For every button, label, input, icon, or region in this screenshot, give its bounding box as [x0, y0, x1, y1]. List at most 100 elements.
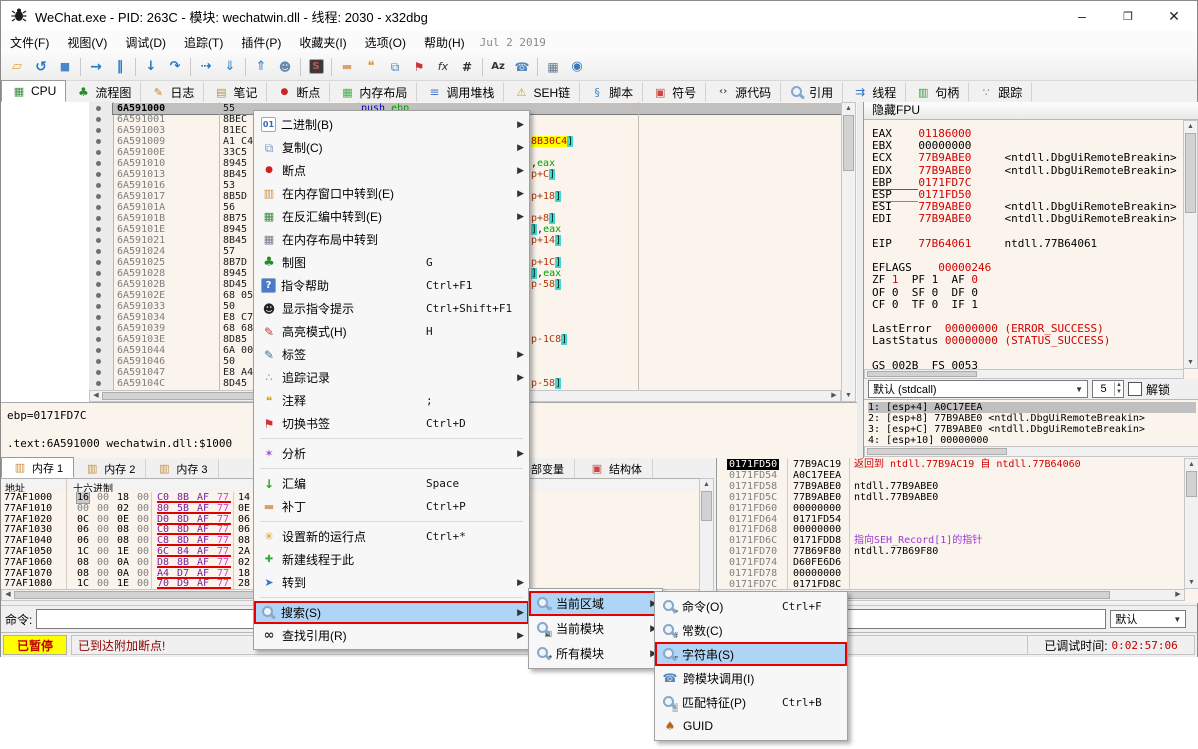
restart-button[interactable]: ↺ [29, 56, 53, 78]
tab-跟踪[interactable]: ∵跟踪 [969, 82, 1032, 102]
menu-item-分析[interactable]: ✶分析▶ [254, 442, 529, 465]
call-phone-button[interactable]: ☎ [510, 56, 534, 78]
run-to-cursor-button[interactable]: ⇢ [194, 56, 218, 78]
menu-item-显示指令提示[interactable]: ☻显示指令提示Ctrl+Shift+F1 [254, 297, 529, 320]
register-line[interactable]: LastError 00000000 (ERROR_SUCCESS) [872, 323, 1104, 335]
disassembly-vscrollbar[interactable]: ▲▼ [841, 102, 856, 402]
tab-句柄[interactable]: ▥句柄 [906, 82, 969, 102]
menu-item-汇编[interactable]: ↓汇编Space [254, 472, 529, 495]
tab-SEH链[interactable]: ⚠SEH链 [504, 82, 580, 102]
arg-count-stepper[interactable]: 5 ▲▼ [1092, 380, 1124, 398]
registers-panel[interactable]: 隐藏FPU EAX 01186000EBX 00000000ECX 77B9AB… [863, 102, 1198, 458]
menu-item-复制(C)[interactable]: ⧉复制(C)▶ [254, 136, 529, 159]
menubar-item[interactable]: 插件(P) [232, 32, 290, 53]
menu-item-设置新的运行点[interactable]: ✳设置新的运行点Ctrl+* [254, 525, 529, 548]
menu-item-二进制(B)[interactable]: 01二进制(B)▶ [254, 113, 529, 136]
argument-row[interactable]: 4: [esp+10] 00000000 [868, 435, 988, 446]
globe-button[interactable]: ◉ [565, 56, 589, 78]
register-line[interactable]: ECX 77B9ABE0 <ntdll.DbgUiRemoteBreakin> [872, 152, 1177, 164]
tab-线程[interactable]: ⇉线程 [843, 82, 906, 102]
register-line[interactable]: CF 0 TF 0 IF 1 [872, 299, 978, 311]
run-button[interactable]: → [84, 56, 108, 78]
dump-tab-内存 2[interactable]: ▥内存 2 [74, 459, 146, 478]
stack-vscrollbar[interactable]: ▲▼ [1184, 458, 1198, 589]
tab-CPU[interactable]: ▦CPU [1, 80, 66, 102]
execute-till-return-button[interactable]: ⇓ [218, 56, 242, 78]
calculator-button[interactable]: ▦ [541, 56, 565, 78]
label-button[interactable]: ⧉ [383, 56, 407, 78]
tab-流程图[interactable]: ♣流程图 [66, 82, 141, 102]
menu-item-命令(O)[interactable]: >命令(O)Ctrl+F [655, 594, 847, 618]
register-line[interactable]: OF 0 SF 0 DF 0 [872, 287, 978, 299]
tab-引用[interactable]: 引用 [781, 82, 843, 102]
menu-item-断点[interactable]: ●断点▶ [254, 159, 529, 182]
hash-format-button[interactable]: # [455, 56, 479, 78]
close-button[interactable]: ✕ [1151, 1, 1197, 31]
menu-item-在内存布局中转到[interactable]: ▦在内存布局中转到 [254, 228, 529, 251]
tab-源代码[interactable]: ‹›源代码 [706, 82, 781, 102]
menu-item-查找引用(R)[interactable]: ∞查找引用(R)▶ [254, 624, 529, 647]
menu-item-GUID[interactable]: ♠GUID [655, 714, 847, 738]
step-into-button[interactable]: ↓ [139, 56, 163, 78]
tab-符号[interactable]: ▣符号 [643, 82, 706, 102]
menubar-item[interactable]: 视图(V) [58, 32, 116, 53]
menu-item-补丁[interactable]: ▬补丁Ctrl+P [254, 495, 529, 518]
register-line[interactable]: GS 002B FS 0053 [872, 360, 978, 369]
menu-item-新建线程于此[interactable]: ✚新建线程于此 [254, 548, 529, 571]
register-line[interactable]: EFLAGS 00000246 [872, 262, 991, 274]
menubar-item[interactable]: 调试(D) [116, 32, 175, 53]
menu-item-追踪记录[interactable]: ∴追踪记录▶ [254, 366, 529, 389]
stepper-arrows-icon[interactable]: ▲▼ [1114, 382, 1123, 396]
comment-button[interactable]: ❝ [359, 56, 383, 78]
tab-日志[interactable]: ✎日志 [141, 82, 204, 102]
scylla-button[interactable]: S [304, 56, 328, 78]
menubar-item[interactable]: 文件(F) [1, 32, 58, 53]
fx-expression-button[interactable]: fx [431, 56, 455, 78]
menubar-item[interactable]: 选项(O) [356, 32, 415, 53]
dump-vscrollbar[interactable]: ▲▼ [699, 478, 714, 601]
stack-arguments[interactable]: 1: [esp+4] A0C17EEA2: [esp+8] 77B9ABE0 <… [864, 399, 1198, 446]
open-file-button[interactable]: ▱ [5, 56, 29, 78]
dump-tab-内存 1[interactable]: ▥内存 1 [1, 457, 74, 478]
argument-row[interactable]: 3: [esp+C] 77B9ABE0 <ntdll.DbgUiRemoteBr… [868, 424, 1145, 435]
strings-az-button[interactable]: Az [486, 56, 510, 78]
menu-item-所有模块[interactable]: *所有模块▶ [529, 641, 662, 666]
command-profile-select[interactable]: 默认▼ [1110, 610, 1186, 628]
register-line[interactable]: EAX 01186000 [872, 128, 971, 140]
register-line[interactable]: EBX 00000000 [872, 140, 971, 152]
register-line[interactable]: EDX 77B9ABE0 <ntdll.DbgUiRemoteBreakin> [872, 165, 1177, 177]
tab-调用堆栈[interactable]: ≡调用堆栈 [417, 82, 504, 102]
arguments-hscrollbar[interactable] [864, 446, 1198, 457]
register-line[interactable]: EBP 0171FD7C [872, 177, 971, 189]
step-out-button[interactable]: ⇑ [249, 56, 273, 78]
tab-笔记[interactable]: ▤笔记 [204, 82, 267, 102]
dump-tab-内存 3[interactable]: ▥内存 3 [146, 459, 218, 478]
menu-item-在反汇编中转到(E)[interactable]: ▦在反汇编中转到(E)▶ [254, 205, 529, 228]
register-line[interactable]: ZF 1 PF 1 AF 0 [872, 274, 978, 286]
menubar-item[interactable]: 帮助(H) [415, 32, 474, 53]
menu-item-高亮模式(H)[interactable]: ✎高亮模式(H)H [254, 320, 529, 343]
menu-item-跨模块调用(I)[interactable]: ☎跨模块调用(I) [655, 666, 847, 690]
argument-row[interactable]: 2: [esp+8] 77B9ABE0 <ntdll.DbgUiRemoteBr… [868, 413, 1145, 424]
calling-convention-select[interactable]: 默认 (stdcall)▼ [868, 380, 1088, 398]
menu-item-注释[interactable]: ❝注释; [254, 389, 529, 412]
dump-tab-结构体[interactable]: ▣结构体 [579, 459, 653, 478]
argument-row[interactable]: 1: [esp+4] A0C17EEA [868, 402, 1196, 413]
register-line[interactable]: LastStatus 00000000 (STATUS_SUCCESS) [872, 335, 1110, 347]
menubar-item[interactable]: 追踪(T) [175, 32, 232, 53]
register-line[interactable]: EDI 77B9ABE0 <ntdll.DbgUiRemoteBreakin> [872, 213, 1177, 225]
menubar-item[interactable]: 收藏夹(I) [290, 32, 355, 53]
stack-panel[interactable]: 0171FD5077B9AC19返回到 ntdll.77B9AC19 自 ntd… [716, 458, 1198, 603]
menu-item-当前区域[interactable]: ▫当前区域▶ [529, 591, 662, 616]
register-line[interactable]: EIP 77B64061 ntdll.77B64061 [872, 238, 1097, 250]
menu-item-当前模块[interactable]: ▣当前模块▶ [529, 616, 662, 641]
menu-item-标签[interactable]: ✎标签▶ [254, 343, 529, 366]
tab-内存布局[interactable]: ▦内存布局 [330, 82, 417, 102]
menu-item-字符串(S)[interactable]: "字符串(S) [655, 642, 847, 666]
attach-button[interactable]: ☻ [273, 56, 297, 78]
menu-item-制图[interactable]: ♣制图G [254, 251, 529, 274]
register-line[interactable]: ESP 0171FD50 [872, 189, 971, 201]
step-over-button[interactable]: ↷ [163, 56, 187, 78]
pause-button[interactable]: ‖ [108, 56, 132, 78]
tab-脚本[interactable]: §脚本 [580, 82, 643, 102]
